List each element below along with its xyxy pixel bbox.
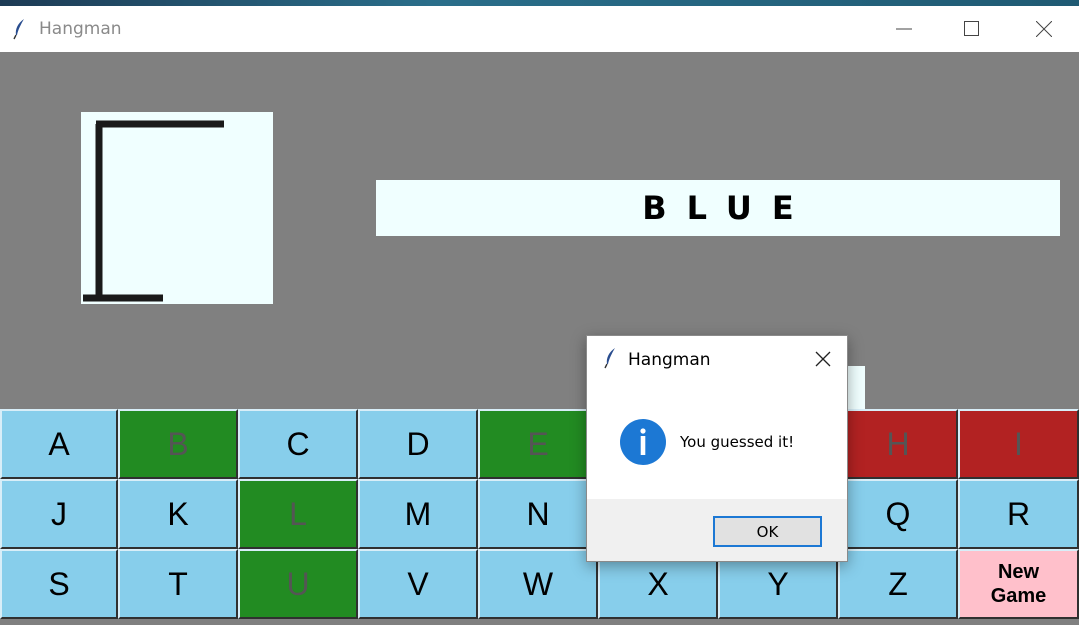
key-label: C xyxy=(286,425,310,462)
message-dialog: Hangman You guessed it! OK xyxy=(586,335,848,562)
window-title: Hangman xyxy=(39,19,122,39)
new-game-button[interactable]: New Game xyxy=(958,549,1079,619)
letter-key-i[interactable]: I xyxy=(958,409,1079,479)
close-icon xyxy=(815,351,831,367)
letter-key-j[interactable]: J xyxy=(0,479,118,549)
close-icon xyxy=(1036,21,1052,37)
key-label: I xyxy=(1014,425,1023,462)
info-icon xyxy=(620,419,666,465)
dialog-title: Hangman xyxy=(628,350,711,370)
letter-key-s[interactable]: S xyxy=(0,549,118,619)
close-button[interactable] xyxy=(1010,6,1078,52)
letter-key-a[interactable]: A xyxy=(0,409,118,479)
letter-key-u[interactable]: U xyxy=(238,549,358,619)
key-label: Y xyxy=(767,565,789,602)
dialog-message: You guessed it! xyxy=(680,433,795,451)
letter-key-t[interactable]: T xyxy=(118,549,238,619)
letter-key-z[interactable]: Z xyxy=(838,549,958,619)
key-label: N xyxy=(526,495,550,532)
key-label: S xyxy=(48,565,70,602)
letter-key-w[interactable]: W xyxy=(478,549,598,619)
key-label: E xyxy=(527,425,549,462)
key-label: M xyxy=(404,495,432,532)
key-label: Q xyxy=(885,495,911,532)
letter-key-h[interactable]: H xyxy=(838,409,958,479)
letter-key-m[interactable]: M xyxy=(358,479,478,549)
maximize-button[interactable] xyxy=(938,6,1006,52)
minimize-button[interactable] xyxy=(870,6,938,52)
key-label: V xyxy=(407,565,429,602)
gallows-icon xyxy=(83,120,224,302)
hangman-drawing xyxy=(81,112,273,304)
key-label: W xyxy=(522,565,554,602)
tk-feather-icon xyxy=(604,348,615,369)
letter-key-l[interactable]: L xyxy=(238,479,358,549)
key-label: R xyxy=(1006,495,1031,532)
key-label: B xyxy=(167,425,189,462)
letter-key-e[interactable]: E xyxy=(478,409,598,479)
key-label: Z xyxy=(888,565,908,602)
letter-key-b[interactable]: B xyxy=(118,409,238,479)
letter-key-r[interactable]: R xyxy=(958,479,1079,549)
key-label: T xyxy=(168,565,188,602)
key-label: K xyxy=(167,495,189,532)
letter-key-k[interactable]: K xyxy=(118,479,238,549)
tk-feather-icon xyxy=(13,19,24,40)
key-label: U xyxy=(286,565,310,602)
minimize-icon xyxy=(896,28,912,30)
key-label: J xyxy=(51,495,67,532)
key-label: New Game xyxy=(990,561,1047,607)
key-label: H xyxy=(886,425,910,462)
entry-field-edge xyxy=(846,366,865,410)
word-letter: B xyxy=(642,189,687,227)
word-display: BLUE xyxy=(376,180,1060,236)
word-letter: U xyxy=(725,189,772,227)
key-label: L xyxy=(289,495,307,532)
window-titlebar[interactable]: Hangman xyxy=(0,6,1079,52)
letter-key-d[interactable]: D xyxy=(358,409,478,479)
word-letter: L xyxy=(686,189,726,227)
ok-button[interactable]: OK xyxy=(713,516,822,547)
letter-key-q[interactable]: Q xyxy=(838,479,958,549)
letter-keyboard: A B C D E H I J K L M N Q R S T U V W X Y Z New Game xyxy=(0,409,1079,625)
key-label: A xyxy=(48,425,70,462)
word-letter: E xyxy=(771,189,814,227)
maximize-icon xyxy=(964,21,979,36)
key-label: D xyxy=(406,425,430,462)
letter-key-n[interactable]: N xyxy=(478,479,598,549)
guessed-word: BLUE xyxy=(642,189,813,227)
letter-key-v[interactable]: V xyxy=(358,549,478,619)
letter-key-c[interactable]: C xyxy=(238,409,358,479)
dialog-close-button[interactable] xyxy=(806,342,840,376)
key-label: X xyxy=(647,565,669,602)
